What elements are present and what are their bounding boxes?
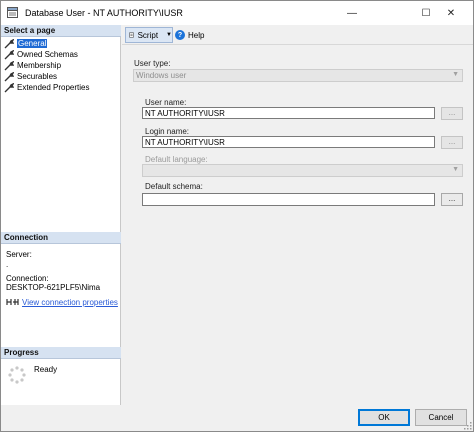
script-label: Script	[137, 30, 159, 40]
page-label: General	[17, 39, 48, 48]
page-label: Membership	[17, 61, 62, 70]
progress-header: Progress	[1, 347, 121, 359]
toolbar: Script ▼ ? Help	[122, 25, 473, 45]
progress-spinner-icon	[8, 366, 26, 384]
default-schema-browse-button[interactable]: ...	[441, 193, 463, 206]
user-type-select[interactable]: Windows user ▼	[133, 69, 463, 82]
window-title: Database User - NT AUTHORITY\IUSR	[25, 8, 183, 18]
resize-grip-icon[interactable]	[464, 422, 472, 430]
chevron-down-icon[interactable]: ▼	[166, 32, 172, 38]
view-connection-row: View connection properties	[6, 297, 118, 307]
wrench-icon	[4, 82, 14, 92]
login-name-field[interactable]: NT AUTHORITY\IUSR	[142, 136, 435, 148]
select-page-header: Select a page	[1, 25, 121, 37]
page-label: Securables	[17, 72, 58, 81]
user-type-value: Windows user	[136, 71, 187, 80]
user-type-label: User type:	[134, 59, 171, 68]
wrench-icon	[4, 60, 14, 70]
user-name-label: User name:	[145, 98, 187, 107]
close-button[interactable]: ✕	[428, 1, 474, 25]
default-language-label: Default language:	[145, 155, 208, 164]
wrench-icon	[4, 71, 14, 81]
wrench-icon	[4, 38, 14, 48]
left-pane: Select a page General Owned Schemas Memb…	[1, 25, 121, 405]
database-user-dialog: Database User - NT AUTHORITY\IUSR — ☐ ✕ …	[0, 0, 474, 432]
page-list: General Owned Schemas Membership Securab…	[4, 38, 119, 93]
page-item-extended-properties[interactable]: Extended Properties	[4, 82, 119, 93]
help-icon: ?	[175, 30, 185, 40]
script-icon	[129, 32, 134, 38]
script-button[interactable]: Script ▼	[125, 27, 173, 43]
minimize-button[interactable]: —	[329, 1, 375, 25]
page-item-general[interactable]: General	[4, 38, 119, 49]
title-bar: Database User - NT AUTHORITY\IUSR — ☐ ✕	[1, 1, 473, 25]
ok-button[interactable]: OK	[358, 409, 410, 426]
help-button[interactable]: ? Help	[175, 27, 204, 43]
server-value: .	[6, 260, 9, 269]
connection-value: DESKTOP-621PLF5\Nima	[6, 283, 101, 292]
default-schema-field[interactable]	[142, 193, 435, 206]
chevron-down-icon: ▼	[452, 166, 459, 173]
default-schema-label: Default schema:	[145, 182, 203, 191]
default-language-select[interactable]: ▼	[142, 164, 463, 177]
login-name-browse-button[interactable]: ...	[441, 136, 463, 149]
database-icon	[7, 7, 18, 18]
help-label: Help	[188, 30, 205, 40]
page-label: Owned Schemas	[17, 50, 78, 59]
page-item-membership[interactable]: Membership	[4, 60, 119, 71]
connection-label: Connection:	[6, 274, 49, 283]
page-label: Extended Properties	[17, 83, 90, 92]
view-connection-properties-link[interactable]: View connection properties	[22, 298, 118, 307]
page-item-securables[interactable]: Securables	[4, 71, 119, 82]
server-label: Server:	[6, 250, 32, 259]
wrench-icon	[4, 49, 14, 59]
chevron-down-icon: ▼	[452, 71, 459, 78]
user-name-field[interactable]: NT AUTHORITY\IUSR	[142, 107, 435, 119]
connection-icon	[6, 299, 19, 305]
progress-status: Ready	[34, 365, 58, 374]
user-name-browse-button[interactable]: ...	[441, 107, 463, 120]
login-name-label: Login name:	[145, 127, 190, 136]
page-item-owned-schemas[interactable]: Owned Schemas	[4, 49, 119, 60]
cancel-button[interactable]: Cancel	[415, 409, 467, 426]
connection-header: Connection	[1, 232, 121, 244]
